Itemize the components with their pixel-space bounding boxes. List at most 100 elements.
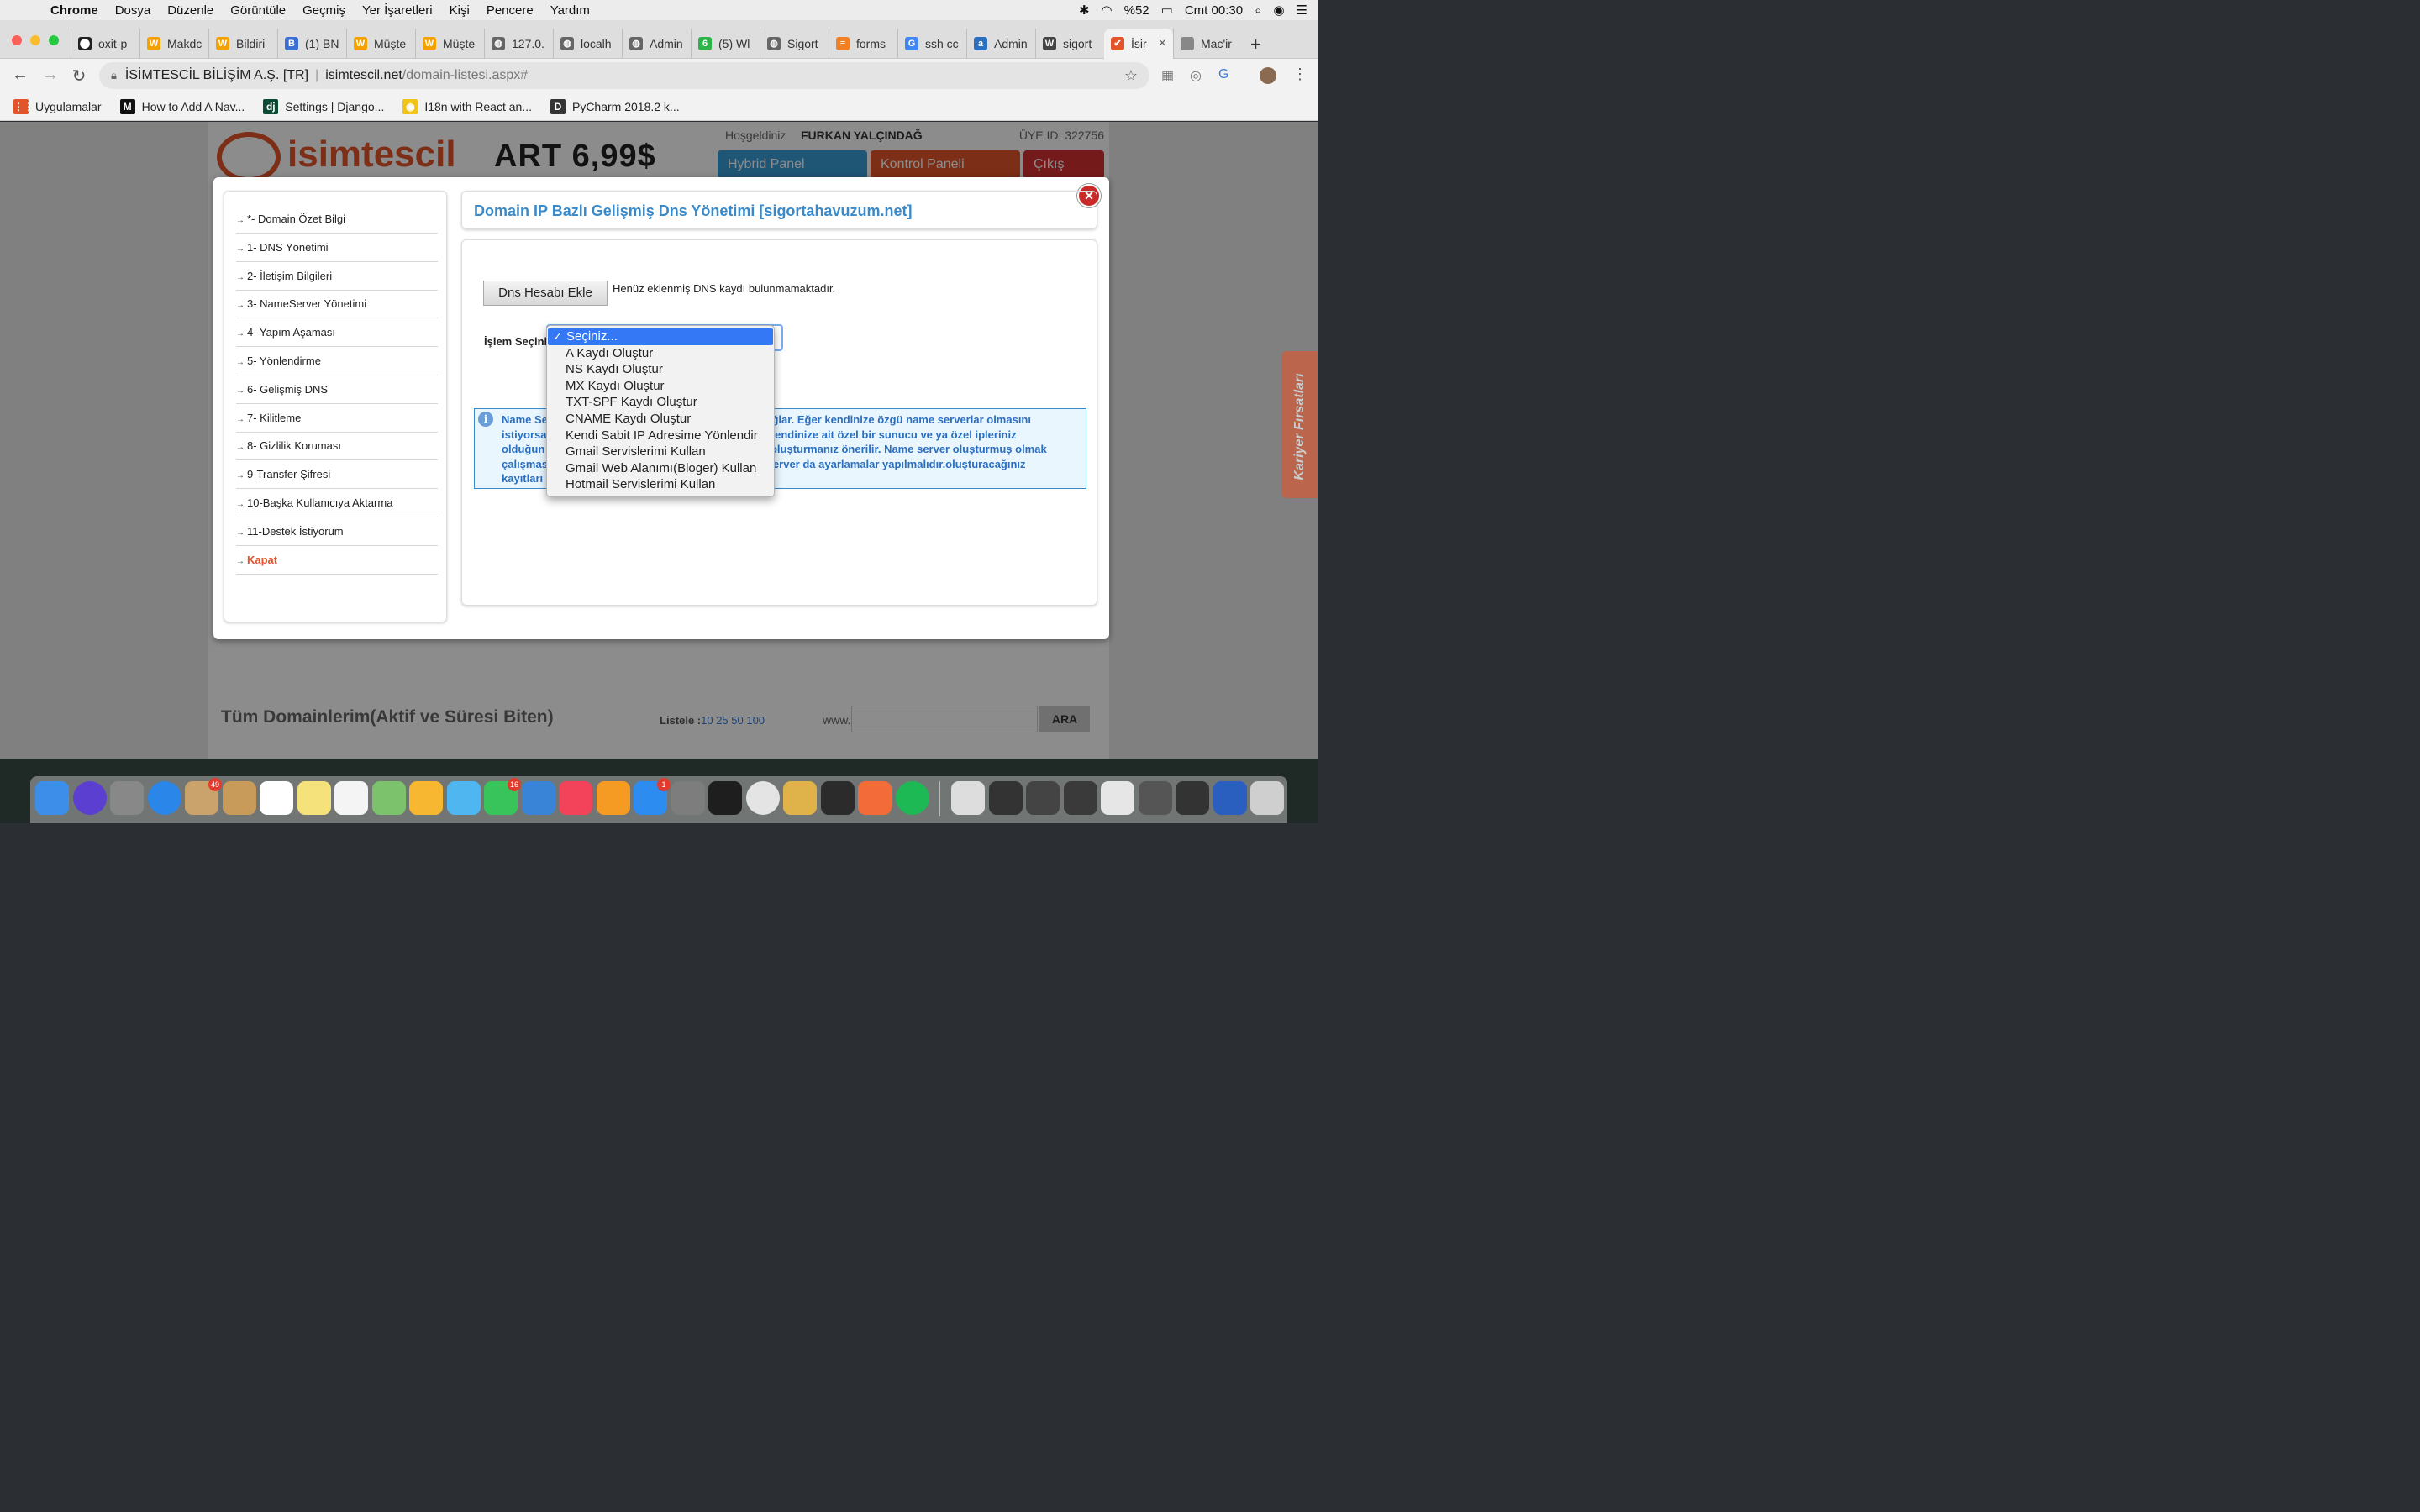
domain-menu-item[interactable]: → 10-Başka Kullanıcıya Aktarma — [236, 489, 438, 517]
window-thumbnail-icon[interactable] — [1138, 781, 1172, 815]
translate-icon[interactable]: G — [1218, 67, 1228, 82]
select-option[interactable]: Kendi Sabit IP Adresime Yönlendir — [547, 428, 774, 444]
calendar-icon[interactable] — [260, 781, 293, 815]
photos-icon[interactable] — [409, 781, 443, 815]
window-thumbnail-icon[interactable] — [988, 781, 1023, 815]
browser-tab[interactable]: ✔ İsir × — [1104, 29, 1173, 59]
back-arrow-icon[interactable]: ← — [10, 66, 30, 85]
browser-tab[interactable]: Mac'ir — [1173, 29, 1240, 59]
domain-menu-item[interactable]: → 7- Kilitleme — [236, 404, 438, 433]
new-tab-button[interactable]: + — [1250, 34, 1261, 55]
browser-tab[interactable]: Gssh cc — [897, 29, 965, 59]
bluetooth-icon[interactable]: ✱ — [1079, 3, 1090, 18]
browser-tab[interactable]: ◍ Sigort — [760, 29, 827, 59]
reminders-icon[interactable] — [334, 781, 368, 815]
clock[interactable]: Cmt 00:30 — [1185, 3, 1243, 18]
pencil-app-icon[interactable] — [858, 781, 892, 815]
extension-grid-icon[interactable]: ▦ — [1161, 67, 1174, 84]
spotify-icon[interactable] — [895, 781, 929, 815]
window-thumbnail-icon[interactable] — [1213, 781, 1247, 815]
browser-tab[interactable]: W Makdc — [139, 29, 207, 59]
profile-avatar[interactable] — [1260, 67, 1276, 84]
chrome-icon[interactable] — [745, 781, 780, 815]
pycharm-icon[interactable] — [708, 781, 742, 815]
menu-kisi[interactable]: Kişi — [450, 3, 470, 18]
select-option[interactable]: Hotmail Servislerimi Kullan — [547, 476, 774, 493]
browser-tab[interactable]: Wsigort — [1035, 29, 1102, 59]
select-option[interactable]: Gmail Servislerimi Kullan — [547, 444, 774, 460]
mail-icon[interactable]: 49 — [185, 778, 222, 815]
siri-icon[interactable] — [72, 781, 107, 815]
domain-menu-item[interactable]: → 3- NameServer Yönetimi — [236, 290, 438, 319]
browser-tab[interactable]: B (1) BN — [277, 29, 345, 59]
career-side-tab[interactable]: Kariyer Fırsatları — [1281, 351, 1318, 498]
menu-chrome[interactable]: Chrome — [50, 3, 98, 18]
keynote-icon[interactable] — [521, 781, 555, 815]
select-option[interactable]: A Kaydı Oluştur — [547, 345, 774, 362]
bookmark-item[interactable]: D PyCharm 2018.2 k... — [550, 98, 680, 114]
select-option[interactable]: Gmail Web Alanımı(Bloger) Kullan — [547, 460, 774, 477]
option-selected[interactable]: ✓ Seçiniz... — [548, 328, 773, 345]
browser-tab[interactable]: ≡ forms — [829, 29, 896, 59]
music-icon[interactable] — [559, 781, 592, 815]
window-zoom-button[interactable] — [49, 35, 59, 45]
spotlight-search-icon[interactable]: ⌕ — [1255, 3, 1261, 18]
bookmark-item[interactable]: ◉ I18n with React an... — [402, 98, 532, 114]
siri-menu-icon[interactable]: ◉ — [1273, 3, 1284, 18]
browser-tab[interactable]: ◍ Admin — [622, 29, 689, 59]
menu-item-close[interactable]: → Kapat — [236, 546, 438, 575]
notes-icon[interactable] — [297, 781, 331, 815]
bookmark-item[interactable]: dj Settings | Django... — [263, 98, 384, 114]
menu-yardim[interactable]: Yardım — [550, 3, 590, 18]
facetime-icon[interactable]: 16 — [484, 778, 521, 815]
finder-icon[interactable] — [35, 781, 69, 815]
books-icon[interactable] — [596, 781, 630, 815]
domain-menu-item[interactable]: → *- Domain Özet Bilgi — [236, 205, 438, 234]
select-option[interactable]: NS Kaydı Oluştur — [547, 361, 774, 378]
document-thumbnail-icon[interactable] — [951, 781, 985, 815]
add-dns-account-button[interactable]: Dns Hesabı Ekle — [483, 281, 608, 306]
domain-menu-item[interactable]: → 9-Transfer Şifresi — [236, 460, 438, 490]
domain-menu-item[interactable]: → 2- İletişim Bilgileri — [236, 262, 438, 291]
launchpad-icon[interactable] — [110, 781, 144, 815]
window-thumbnail-icon[interactable] — [1101, 781, 1134, 815]
domain-menu-item[interactable]: → 5- Yönlendirme — [236, 347, 438, 375]
browser-tab[interactable]: ⬤ oxit-p — [71, 29, 138, 59]
menu-goruntule[interactable]: Görüntüle — [230, 3, 286, 18]
extension-code-icon[interactable]: ◎ — [1190, 67, 1202, 84]
browser-tab[interactable]: W Bildiri — [208, 29, 276, 59]
forward-arrow-icon[interactable]: → — [40, 66, 60, 85]
browser-tab[interactable]: a Admin — [966, 29, 1034, 59]
select-option[interactable]: TXT-SPF Kaydı Oluştur — [547, 394, 774, 411]
domain-menu-item[interactable]: → 8- Gizlilik Koruması — [236, 432, 438, 461]
chrome-menu-icon[interactable]: ⋮ — [1292, 66, 1307, 83]
trash-icon[interactable] — [1250, 781, 1284, 815]
notification-center-icon[interactable]: ☰ — [1297, 3, 1307, 18]
window-thumbnail-icon[interactable] — [1176, 781, 1209, 815]
domain-menu-item[interactable]: → 11-Destek İstiyorum — [236, 517, 438, 546]
window-minimize-button[interactable] — [30, 35, 40, 45]
browser-tab[interactable]: W Müşte — [415, 29, 482, 59]
browser-tab[interactable]: ◍ 127.0. — [484, 29, 551, 59]
menu-yer-isaretleri[interactable]: Yer İşaretleri — [362, 3, 433, 18]
lock-icon[interactable]: 🔒︎ — [111, 69, 117, 82]
bookmark-item[interactable]: M How to Add A Nav... — [119, 98, 245, 114]
window-thumbnail-icon[interactable] — [1063, 781, 1097, 815]
contacts-icon[interactable] — [222, 781, 256, 815]
domain-menu-item[interactable]: → 6- Gelişmiş DNS — [236, 375, 438, 404]
menu-gecmis[interactable]: Geçmiş — [302, 3, 345, 18]
battery-icon[interactable]: ▭ — [1161, 3, 1173, 18]
bookmark-star-icon[interactable]: ☆ — [1124, 67, 1138, 85]
terminal-icon[interactable] — [820, 781, 855, 815]
address-bar[interactable]: 🔒︎ İSİMTESCİL BİLİŞİM A.Ş. [TR] | isimte… — [99, 62, 1150, 89]
window-close-button[interactable] — [12, 35, 22, 45]
menu-duzenle[interactable]: Düzenle — [167, 3, 213, 18]
domain-menu-item[interactable]: → 1- DNS Yönetimi — [236, 234, 438, 262]
menu-dosya[interactable]: Dosya — [115, 3, 151, 18]
select-option[interactable]: CNAME Kaydı Oluştur — [547, 411, 774, 428]
maps-icon[interactable] — [371, 781, 406, 815]
menu-pencere[interactable]: Pencere — [487, 3, 534, 18]
window-thumbnail-icon[interactable] — [1026, 781, 1060, 815]
messages-icon[interactable] — [446, 781, 481, 815]
wifi-icon[interactable]: ◠ — [1102, 3, 1113, 18]
